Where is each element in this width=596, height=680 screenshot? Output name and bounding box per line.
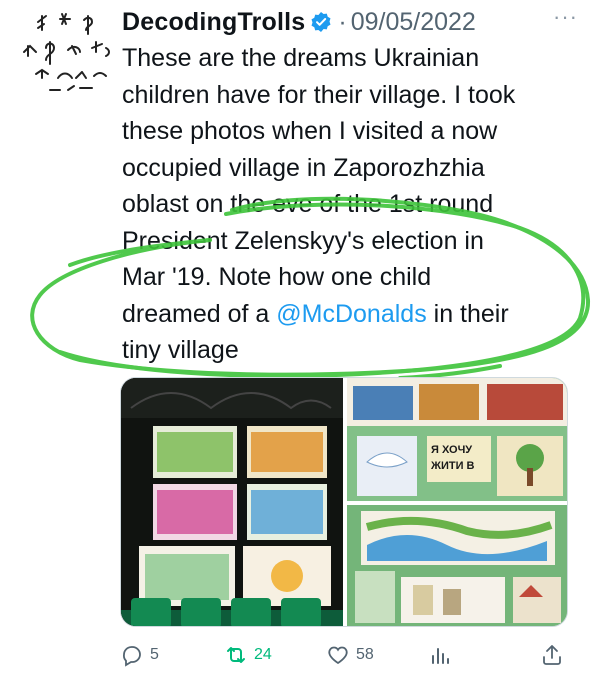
- tweet-text-line: children have for their village. I took: [122, 80, 516, 109]
- tweet-text-line: These are the dreams Ukrainian: [122, 44, 480, 72]
- sign-text-line2: ЖИТИ В: [431, 460, 475, 472]
- tweet-text-line: oblast on the eve of the 1st round: [122, 190, 494, 218]
- author-avatar[interactable]: [18, 8, 114, 98]
- author-name[interactable]: DecodingTrolls: [122, 8, 305, 37]
- tweet-text-line: occupied village in Zaporozhzhia: [122, 153, 485, 182]
- share-button[interactable]: [540, 640, 564, 670]
- like-icon: [328, 646, 348, 665]
- tweet-text-segment: dreamed of a: [122, 299, 277, 328]
- tweet-text: These are the dreams Ukrainian children …: [122, 40, 582, 369]
- retweet-count: 24: [254, 646, 272, 663]
- tweet-date[interactable]: 09/05/2022: [351, 8, 476, 37]
- tweet-text-line: President Zelenskyy's election in: [122, 226, 484, 255]
- mention-link[interactable]: @McDonalds: [276, 300, 426, 328]
- reply-icon: [123, 646, 141, 667]
- tweet-text-line: Mar '19. Note how one child: [122, 263, 432, 291]
- tweet-text-line: tiny village: [122, 336, 239, 364]
- tweet-header: DecodingTrolls · 09/05/2022: [122, 6, 586, 38]
- tweet-text-line: these photos when I visited a now: [122, 117, 498, 145]
- reply-button[interactable]: 5: [120, 640, 159, 670]
- like-count: 58: [356, 646, 374, 663]
- views-icon: [432, 648, 449, 664]
- more-icon[interactable]: ···: [553, 4, 578, 30]
- retweet-button[interactable]: 24: [224, 640, 272, 670]
- media-grid[interactable]: Я ХОЧУ ЖИТИ В: [120, 377, 568, 627]
- sign-text-line1: Я ХОЧУ: [431, 444, 473, 456]
- tweet-actions: 5 24 58: [120, 640, 572, 670]
- photo-dream-banner[interactable]: Я ХОЧУ ЖИТИ В: [347, 378, 567, 501]
- like-button[interactable]: 58: [326, 640, 374, 670]
- header-separator: ·: [338, 7, 347, 36]
- tweet-text-line: dreamed of a @McDonalds in their: [122, 296, 582, 333]
- verified-icon: [311, 12, 331, 32]
- retweet-icon: [227, 647, 245, 663]
- share-icon: [543, 645, 561, 665]
- photo-village-drawings[interactable]: [347, 505, 568, 627]
- views-button[interactable]: [428, 640, 452, 670]
- photo-drawings-wall[interactable]: [121, 378, 343, 627]
- tweet-text-segment: in their: [426, 299, 509, 328]
- reply-count: 5: [150, 646, 159, 663]
